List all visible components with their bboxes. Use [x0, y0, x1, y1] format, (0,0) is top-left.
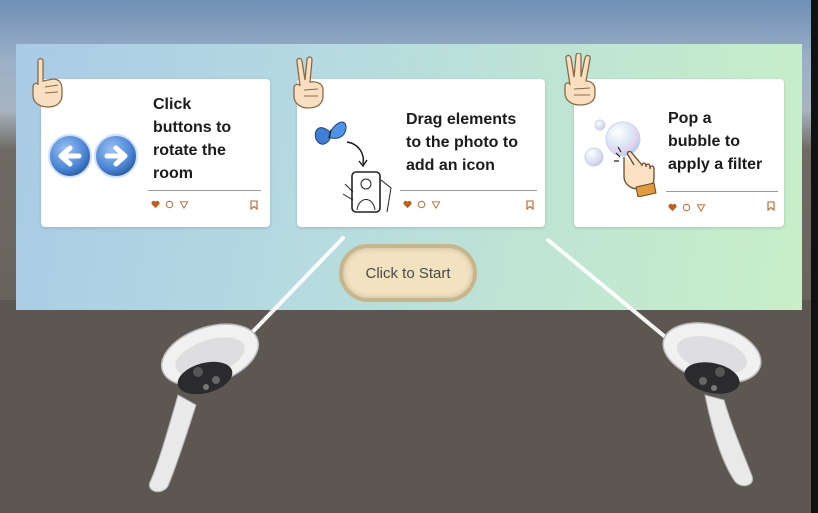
right-vr-controller — [662, 322, 762, 487]
window-edge — [811, 0, 818, 513]
vr-scene: Click buttons to rotate the room Drag el… — [0, 0, 818, 513]
left-laser-pointer — [238, 236, 345, 347]
right-laser-pointer — [546, 238, 677, 347]
start-button[interactable]: Click to Start — [339, 244, 477, 302]
left-vr-controller — [148, 323, 260, 493]
